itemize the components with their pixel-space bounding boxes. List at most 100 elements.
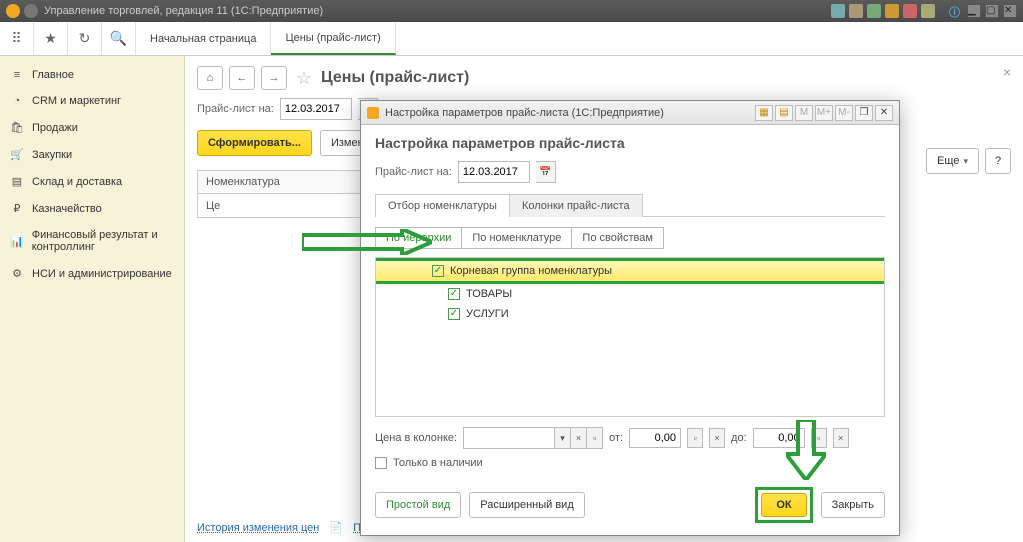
more-button-label: Еще bbox=[937, 155, 959, 167]
dialog-calendar-icon[interactable]: 📅 bbox=[536, 161, 556, 183]
dlg-m-plus[interactable]: M+ bbox=[815, 105, 833, 121]
stock-only-label: Только в наличии bbox=[393, 457, 483, 469]
form-button[interactable]: Сформировать... bbox=[197, 130, 312, 156]
dialog-icon bbox=[367, 107, 379, 119]
from-stepper-icon[interactable]: ▫ bbox=[687, 428, 703, 448]
subtab-properties[interactable]: По свойствам bbox=[571, 227, 664, 249]
tb-info-icon[interactable]: ⓘ bbox=[949, 4, 963, 18]
checkbox-checked-icon[interactable]: ✓ bbox=[448, 288, 460, 300]
tab-columns[interactable]: Колонки прайс-листа bbox=[509, 194, 643, 217]
close-window-button[interactable]: ✕ bbox=[1003, 4, 1017, 18]
tree-row-services[interactable]: ✓ УСЛУГИ bbox=[376, 304, 884, 324]
sidebar-item-admin[interactable]: ⚙НСИ и администрирование bbox=[0, 260, 184, 287]
date-label: Прайс-лист на: bbox=[197, 103, 274, 115]
dlg-tool-1[interactable]: ▦ bbox=[755, 105, 773, 121]
tree-row-goods[interactable]: ✓ ТОВАРЫ bbox=[376, 284, 884, 304]
tb-tool-2-icon[interactable] bbox=[849, 4, 863, 18]
col-header-nomenclature[interactable]: Номенклатура bbox=[197, 170, 377, 194]
toolbar-nav: ⌂ ← → ☆ Цены (прайс-лист) bbox=[197, 66, 1011, 90]
history-link[interactable]: История изменения цен bbox=[197, 522, 319, 534]
to-input[interactable] bbox=[753, 428, 805, 448]
tb-tool-1-icon[interactable] bbox=[831, 4, 845, 18]
dialog-subtabs: По иерархии По номенклатуре По свойствам bbox=[375, 227, 885, 249]
main-tabs: ⠿ ★ ↻ 🔍 Начальная страница Цены (прайс-л… bbox=[0, 22, 1023, 56]
tree-row-root[interactable]: ✓ Корневая группа номенклатуры bbox=[376, 258, 884, 284]
tab-home[interactable]: Начальная страница bbox=[136, 22, 271, 55]
more-button[interactable]: Еще ▾ bbox=[926, 148, 979, 174]
chart-icon: 📊 bbox=[10, 235, 24, 248]
advanced-view-button[interactable]: Расширенный вид bbox=[469, 492, 584, 518]
favorite-star-icon[interactable]: ☆ bbox=[293, 67, 315, 89]
date-input[interactable] bbox=[280, 98, 352, 120]
back-button[interactable]: ← bbox=[229, 66, 255, 90]
tab-filter-nomenclature[interactable]: Отбор номенклатуры bbox=[375, 194, 510, 217]
col-header-price[interactable]: Це bbox=[197, 194, 377, 218]
dlg-restore-button[interactable]: ❐ bbox=[855, 105, 873, 121]
sidebar-item-warehouse[interactable]: ▤Склад и доставка bbox=[0, 168, 184, 195]
dialog-tabs: Отбор номенклатуры Колонки прайс-листа bbox=[375, 193, 885, 217]
checkbox-checked-icon[interactable]: ✓ bbox=[448, 308, 460, 320]
menu-icon: ≡ bbox=[10, 69, 24, 81]
sidebar-item-main[interactable]: ≡ Главное bbox=[0, 62, 184, 88]
sidebar-item-label: Казначейство bbox=[32, 203, 102, 215]
sidebar-item-purchases[interactable]: 🛒Закупки bbox=[0, 141, 184, 168]
apps-icon[interactable]: ⠿ bbox=[0, 22, 34, 55]
tree-box[interactable]: ✓ Корневая группа номенклатуры ✓ ТОВАРЫ … bbox=[375, 257, 885, 417]
right-tools: Еще ▾ ? bbox=[926, 148, 1011, 174]
ok-highlight: ОК bbox=[755, 487, 812, 523]
sales-icon: 🛍 bbox=[10, 121, 24, 134]
chevron-down-icon: ▾ bbox=[963, 156, 968, 167]
sidebar-item-label: Главное bbox=[32, 69, 74, 81]
dialog-date-input[interactable] bbox=[458, 161, 530, 183]
to-stepper-icon[interactable]: ▫ bbox=[811, 428, 827, 448]
price-column-input[interactable] bbox=[464, 428, 554, 448]
sidebar-item-treasury[interactable]: ₽ Казначейство bbox=[0, 195, 184, 222]
help-button[interactable]: ? bbox=[985, 148, 1011, 174]
forward-button[interactable]: → bbox=[261, 66, 287, 90]
combo-open-icon[interactable]: ▫ bbox=[586, 428, 602, 448]
tb-tool-3-icon[interactable] bbox=[867, 4, 881, 18]
from-clear-icon[interactable]: × bbox=[709, 428, 725, 448]
tb-tool-5-icon[interactable] bbox=[903, 4, 917, 18]
checkbox-unchecked-icon[interactable] bbox=[375, 457, 387, 469]
stock-only-row[interactable]: Только в наличии bbox=[375, 457, 885, 469]
crm-icon: ◔ bbox=[10, 95, 24, 107]
history-icon[interactable]: ↻ bbox=[68, 22, 102, 55]
ok-button[interactable]: ОК bbox=[761, 493, 806, 517]
dlg-m-minus[interactable]: M- bbox=[835, 105, 853, 121]
tree-label: ТОВАРЫ bbox=[466, 288, 512, 300]
back-icon[interactable] bbox=[24, 4, 38, 18]
tab-prices[interactable]: Цены (прайс-лист) bbox=[271, 22, 395, 55]
dlg-m[interactable]: M bbox=[795, 105, 813, 121]
checkbox-checked-icon[interactable]: ✓ bbox=[432, 265, 444, 277]
subtab-hierarchy[interactable]: По иерархии bbox=[375, 227, 462, 249]
close-dialog-button[interactable]: Закрыть bbox=[821, 492, 885, 518]
from-input[interactable] bbox=[629, 428, 681, 448]
star-icon[interactable]: ★ bbox=[34, 22, 68, 55]
combo-clear-icon[interactable]: × bbox=[570, 428, 586, 448]
dialog-footer: Простой вид Расширенный вид ОК Закрыть bbox=[375, 487, 885, 523]
simple-view-button[interactable]: Простой вид bbox=[375, 492, 461, 518]
sidebar-item-crm[interactable]: ◔CRM и маркетинг bbox=[0, 88, 184, 114]
combo-dropdown-icon[interactable]: ▾ bbox=[554, 428, 570, 448]
close-page-button[interactable]: × bbox=[1003, 64, 1011, 80]
minimize-button[interactable]: ▁ bbox=[967, 4, 981, 18]
dlg-tool-2[interactable]: ▤ bbox=[775, 105, 793, 121]
sidebar-item-sales[interactable]: 🛍 Продажи bbox=[0, 114, 184, 141]
tb-tool-4-icon[interactable] bbox=[885, 4, 899, 18]
price-column-combo[interactable]: ▾ × ▫ bbox=[463, 427, 603, 449]
dialog-titlebar[interactable]: Настройка параметров прайс-листа (1С:Пре… bbox=[361, 101, 899, 125]
sidebar-item-finance[interactable]: 📊Финансовый результат и контроллинг bbox=[0, 222, 184, 260]
subtab-nomenclature[interactable]: По номенклатуре bbox=[461, 227, 572, 249]
search-icon[interactable]: 🔍 bbox=[102, 22, 136, 55]
sidebar-item-label: Продажи bbox=[32, 122, 78, 134]
form-button-label: Сформировать... bbox=[208, 137, 301, 149]
dlg-close-button[interactable]: ✕ bbox=[875, 105, 893, 121]
dialog-date-row: Прайс-лист на: 📅 bbox=[375, 161, 885, 183]
to-clear-icon[interactable]: × bbox=[833, 428, 849, 448]
home-button[interactable]: ⌂ bbox=[197, 66, 223, 90]
maximize-button[interactable]: ▢ bbox=[985, 4, 999, 18]
settings-dialog: Настройка параметров прайс-листа (1С:Пре… bbox=[360, 100, 900, 536]
tb-tool-6-icon[interactable] bbox=[921, 4, 935, 18]
treasury-icon: ₽ bbox=[10, 202, 24, 215]
